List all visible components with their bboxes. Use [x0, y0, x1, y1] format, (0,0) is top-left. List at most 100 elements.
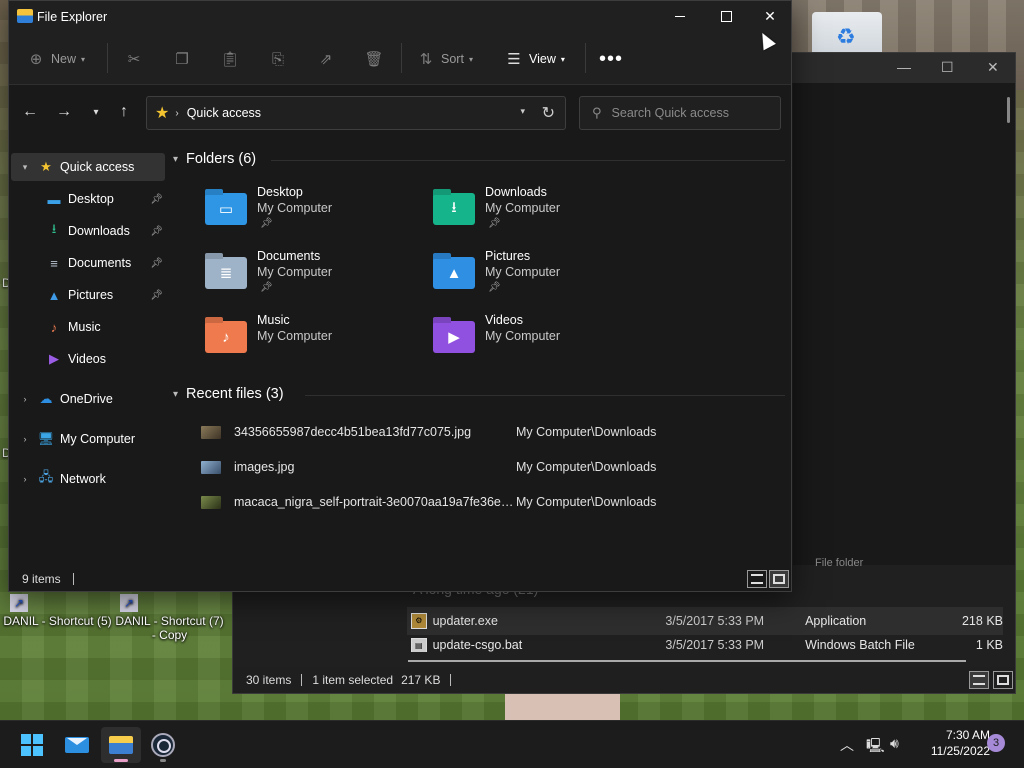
chevron-down-icon: ▾ [468, 54, 473, 64]
clock[interactable]: 7:30 AM 11/25/2022 [910, 727, 990, 759]
desktop-shortcut-7-copy[interactable]: ↗ DANIL - Shortcut (7) - Copy [112, 594, 227, 642]
delete-button[interactable]: 🗑︎ [364, 45, 389, 73]
recent-file-row[interactable]: images.jpg My Computer\Downloads [201, 454, 781, 480]
recycle-bin-icon[interactable]: ♻ [812, 12, 882, 56]
address-dropdown-icon[interactable]: ▾ [520, 106, 525, 117]
sort-label: Sort [441, 52, 464, 66]
maximize-button[interactable] [703, 1, 749, 31]
folder-location: My Computer [485, 201, 561, 215]
desktop-folder-icon: ▭ [205, 193, 247, 225]
search-input[interactable] [611, 106, 762, 120]
copy-button[interactable]: ❐ [173, 45, 197, 73]
sort-button[interactable]: ⇅ Sort ▾ [417, 45, 473, 73]
pin-icon: 📌︎ [150, 193, 163, 205]
taskbar-steam[interactable] [143, 727, 183, 763]
recent-file-row[interactable]: macaca_nigra_self-portrait-3e0070aa19a7f… [201, 489, 781, 515]
recent-files-section-header[interactable]: ▾ Recent files (3) [173, 386, 284, 402]
chevron-right-icon[interactable]: › [19, 394, 31, 404]
file-explorer-window[interactable]: File Explorer ✕ ⊕ New ▾ ✂ ❐ 📋︎ ⎘ ⇗ 🗑︎ ⇅ … [8, 0, 792, 592]
close-button[interactable]: ✕ [747, 1, 793, 31]
folder-tile-videos[interactable]: ▶ Videos My Computer [433, 313, 653, 369]
network-status-icon[interactable]: 🖳︎ [866, 735, 885, 759]
recent-file-row[interactable]: 34356655987decc4b51bea13fd77c075.jpg My … [201, 419, 781, 445]
file-row[interactable]: ▤ update-csgo.bat 3/5/2017 5:33 PM Windo… [407, 638, 1003, 652]
sidebar-item-label: Network [60, 472, 106, 486]
tiles-view-button[interactable] [769, 570, 789, 588]
folders-section-header[interactable]: ▾ Folders (6) [173, 151, 256, 167]
details-view-button[interactable] [747, 570, 767, 588]
sidebar-item-quick-access[interactable]: ▾ ★ Quick access [11, 153, 165, 181]
horizontal-scrollbar[interactable] [408, 660, 966, 662]
pictures-icon: ▲ [47, 287, 61, 303]
start-button[interactable] [12, 727, 52, 763]
tiles-view-button[interactable] [993, 671, 1013, 689]
minimize-button[interactable]: — [897, 59, 911, 75]
search-box[interactable]: ⚲ [579, 96, 781, 130]
cut-button[interactable]: ✂ [125, 45, 149, 73]
close-button[interactable]: ✕ [987, 59, 999, 76]
section-rule [271, 160, 785, 161]
sidebar-item-network[interactable]: › 🖧︎ Network [11, 465, 165, 493]
folder-name: Desktop [257, 185, 303, 199]
maximize-button[interactable]: ☐ [941, 59, 954, 76]
sidebar-item-music[interactable]: ♪ Music [11, 313, 165, 341]
forward-button[interactable]: → [53, 101, 75, 123]
status-separator [301, 674, 303, 686]
refresh-icon[interactable]: ↻ [542, 103, 555, 123]
view-button[interactable]: ☰ View ▾ [505, 45, 565, 73]
new-label: New [51, 52, 77, 66]
file-row[interactable]: ⚙ updater.exe 3/5/2017 5:33 PM Applicati… [407, 607, 1003, 635]
address-bar[interactable]: ★ › Quick access ▾ ↻ [146, 96, 566, 130]
details-view-button[interactable] [969, 671, 989, 689]
folder-tile-music[interactable]: ♪ Music My Computer [205, 313, 425, 369]
rename-button[interactable]: ⎘ [269, 45, 293, 73]
pin-icon: 📌︎ [260, 218, 273, 229]
recent-file-location: My Computer\Downloads [516, 495, 657, 509]
windows-logo-icon [21, 734, 43, 756]
folder-name: Videos [485, 313, 523, 327]
status-separator [450, 674, 452, 686]
notification-badge[interactable]: 3 [987, 734, 1005, 752]
folder-name: Music [257, 313, 290, 327]
show-hidden-icons-chevron-icon[interactable]: ︿ [840, 735, 854, 755]
chevron-right-icon[interactable]: › [19, 474, 31, 484]
background-preview-pane [793, 83, 1015, 565]
volume-icon[interactable]: 🔊︎ [890, 735, 899, 752]
sidebar-item-documents[interactable]: ≡ Documents 📌︎ [11, 249, 165, 277]
share-button[interactable]: ⇗ [317, 45, 341, 73]
music-folder-icon: ♪ [205, 321, 247, 353]
folder-tile-downloads[interactable]: ⭳ Downloads My Computer 📌︎ [433, 185, 653, 241]
chevron-right-icon[interactable]: › [19, 434, 31, 444]
up-button[interactable]: ↑ [113, 101, 135, 123]
sidebar-item-videos[interactable]: ▶ Videos [11, 345, 165, 373]
chevron-down-icon: ▾ [173, 153, 179, 165]
desktop-shortcut-5[interactable]: ↗ DANIL - Shortcut (5) [0, 594, 115, 628]
title-bar[interactable]: File Explorer ✕ [9, 1, 791, 33]
chevron-down-icon[interactable]: ▾ [19, 162, 31, 173]
recent-locations-button[interactable]: ▾ [85, 101, 107, 123]
minimize-button[interactable] [657, 1, 703, 31]
vertical-scrollbar[interactable] [1007, 97, 1010, 123]
sidebar-item-onedrive[interactable]: › ☁ OneDrive [11, 385, 165, 413]
back-button[interactable]: ← [19, 101, 41, 123]
sidebar-item-pictures[interactable]: ▲ Pictures 📌︎ [11, 281, 165, 309]
sidebar-item-downloads[interactable]: ⭳ Downloads 📌︎ [11, 217, 165, 245]
breadcrumb[interactable]: Quick access [187, 106, 261, 120]
sidebar-item-my-computer[interactable]: › 🖥︎ My Computer [11, 425, 165, 453]
new-button[interactable]: ⊕ New ▾ [27, 45, 85, 73]
sidebar-item-desktop[interactable]: ▬ Desktop 📌︎ [11, 185, 165, 213]
more-options-button[interactable]: ••• [599, 45, 623, 73]
videos-icon: ▶ [49, 351, 59, 366]
sidebar-item-label: Downloads [68, 224, 130, 238]
clipboard-icon: 📋︎ [220, 51, 240, 68]
taskbar-mail[interactable] [57, 727, 97, 763]
folder-tile-pictures[interactable]: ▲ Pictures My Computer 📌︎ [433, 249, 653, 305]
taskbar-file-explorer[interactable] [101, 727, 141, 763]
application-icon: ⚙ [411, 613, 427, 629]
desktop-shortcut-label: DANIL - Shortcut (7) - Copy [115, 614, 224, 642]
folder-tile-documents[interactable]: ≣ Documents My Computer 📌︎ [205, 249, 425, 305]
sidebar-item-label: Desktop [68, 192, 114, 206]
folder-tile-desktop[interactable]: ▭ Desktop My Computer 📌︎ [205, 185, 425, 241]
plus-circle-icon: ⊕ [29, 51, 43, 68]
paste-button[interactable]: 📋︎ [220, 45, 245, 73]
